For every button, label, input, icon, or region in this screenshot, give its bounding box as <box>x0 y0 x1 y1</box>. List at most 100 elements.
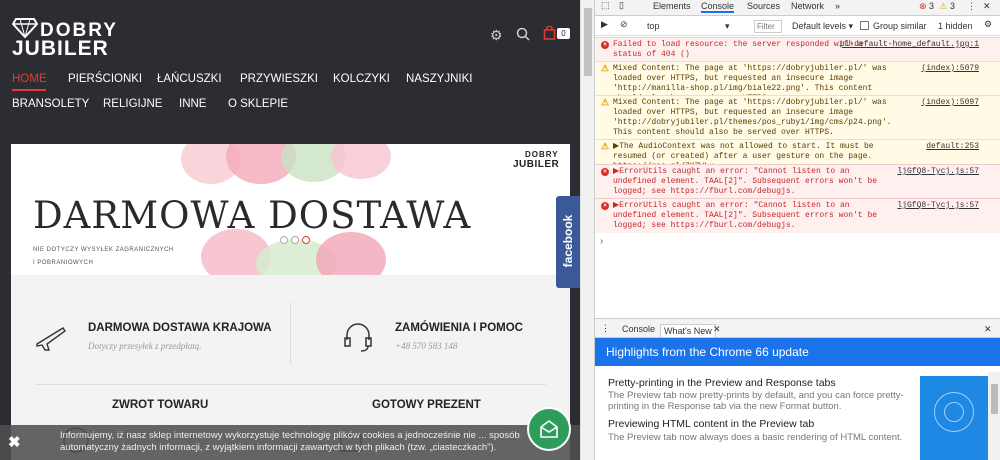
console-message[interactable]: × ▶ErrorUtils caught an error: "Cannot l… <box>595 198 1000 233</box>
flower-decoration <box>316 232 386 275</box>
nav-item-pierscionki[interactable]: PIERŚCIONKI <box>68 73 142 85</box>
nav-item-bransolety[interactable]: BRANSOLETY <box>12 98 89 110</box>
scrollbar-thumb[interactable] <box>991 384 998 414</box>
clear-console-icon[interactable]: ⊘ <box>620 19 628 30</box>
thumbnail-circle <box>944 402 964 422</box>
envelope-icon <box>540 420 558 438</box>
feature-sub-support: +48 570 583 148 <box>395 341 458 351</box>
inspect-icon[interactable]: ⬚ <box>601 0 610 11</box>
banner-logo: DOBRY JUBILER <box>513 150 560 170</box>
close-drawer-icon[interactable]: ✕ <box>984 324 992 335</box>
facebook-label: facebook <box>561 214 575 268</box>
group-similar-label: Group similar <box>873 21 927 31</box>
chevron-down-icon[interactable]: ▾ <box>725 21 730 32</box>
menu-icon[interactable]: ⋮ <box>967 1 976 12</box>
chat-button[interactable] <box>527 407 571 451</box>
cart-count-badge: 0 <box>557 28 570 39</box>
drawer-tabbar: ⋮ Console What's New ✕ ✕ <box>595 318 1000 338</box>
feature-title-shipping: DARMOWA DOSTAWA KRAJOWA <box>88 322 272 334</box>
console-message[interactable]: ⚠ Mixed Content: The page at 'https://do… <box>595 61 1000 103</box>
slider-dot[interactable] <box>280 236 288 244</box>
banner-subtext-2: I POBRANIOWYCH <box>33 260 94 266</box>
search-icon[interactable] <box>516 27 530 41</box>
cookie-bar: ✖ Informujemy, iż nasz sklep internetowy… <box>0 425 580 460</box>
console-message[interactable]: ⚠ ▶The AudioContext was not allowed to s… <box>595 139 1000 171</box>
headset-icon <box>344 323 372 352</box>
warning-icon: ⚠ <box>601 98 610 108</box>
close-icon[interactable]: ✕ <box>713 324 721 335</box>
slider-dot-active[interactable] <box>302 236 310 244</box>
error-count: 3 <box>929 1 935 11</box>
nav-item-kolczyki[interactable]: KOLCZYKI <box>333 73 390 85</box>
nav-item-przywieszki[interactable]: PRZYWIESZKI <box>240 73 318 85</box>
feature-title-return: ZWROT TOWARU <box>112 399 209 411</box>
banner-subtext-1: NIE DOTYCZY WYSYŁEK ZAGRANICZNYCH <box>33 247 174 253</box>
context-selector[interactable]: top <box>647 21 660 31</box>
warning-count: 3 <box>950 1 956 11</box>
close-devtools-icon[interactable]: ✕ <box>983 1 991 12</box>
nav-active-indicator <box>12 89 46 91</box>
error-count-icon[interactable]: ⊗ <box>919 1 927 12</box>
group-similar-checkbox[interactable] <box>860 21 869 30</box>
devtools-panel: ⬚ ▯ Elements Console Sources Network » ⊗… <box>594 0 1000 460</box>
airplane-icon <box>36 327 66 351</box>
nav-item-inne[interactable]: INNE <box>179 98 206 110</box>
feature-thumbnail <box>920 376 988 460</box>
error-icon: × <box>601 41 609 49</box>
highlights-header: Highlights from the Chrome 66 update <box>595 338 1000 366</box>
error-icon: × <box>601 168 609 176</box>
divider <box>290 302 291 364</box>
console-message[interactable]: × ▶ErrorUtils caught an error: "Cannot l… <box>595 164 1000 198</box>
levels-dropdown[interactable]: Default levels ▾ <box>792 21 853 32</box>
warning-icon: ⚠ <box>601 64 610 74</box>
sidebar-toggle-icon[interactable]: ▶ <box>601 19 608 30</box>
console-toolbar: ▶ ⊘ top ▾ Filter Default levels ▾ Group … <box>595 16 1000 36</box>
whats-new-desc-1: The Preview tab now pretty-prints by def… <box>608 390 904 412</box>
flower-decoration <box>331 144 391 179</box>
cookie-text: Informujemy, iż nasz sklep internetowy w… <box>60 430 520 453</box>
device-toggle-icon[interactable]: ▯ <box>619 0 624 11</box>
logo-line2: JUBILER <box>12 37 109 60</box>
tab-console[interactable]: Console <box>701 1 735 13</box>
nav-item-religijne[interactable]: RELIGIJNE <box>103 98 162 110</box>
website-viewport: DOBRY JUBILER ⚙ 0 HOME PIERŚCIONKI ŁAŃCU… <box>0 0 580 460</box>
nav-item-o-sklepie[interactable]: O SKLEPIE <box>228 98 288 110</box>
more-tabs-icon[interactable]: » <box>835 1 840 11</box>
close-icon[interactable]: ✖ <box>8 433 21 451</box>
whats-new-desc-2: The Preview tab now always does a basic … <box>608 432 903 443</box>
gear-icon[interactable]: ⚙ <box>490 27 503 44</box>
whats-new-title-2[interactable]: Previewing HTML content in the Preview t… <box>608 418 814 430</box>
drawer-tab-console[interactable]: Console <box>622 324 655 334</box>
warning-count-icon[interactable]: ⚠ <box>939 1 947 12</box>
tab-network[interactable]: Network <box>791 1 824 11</box>
feature-sub-shipping: Dotyczy przesyłek z przedpłatą. <box>88 341 202 351</box>
diamond-icon <box>12 18 38 38</box>
tab-sources[interactable]: Sources <box>747 1 780 11</box>
tab-elements[interactable]: Elements <box>653 1 691 11</box>
gear-icon[interactable]: ⚙ <box>984 19 992 30</box>
console-prompt[interactable]: › <box>600 236 603 247</box>
filter-input[interactable]: Filter <box>754 20 782 33</box>
whats-new-title-1[interactable]: Pretty-printing in the Preview and Respo… <box>608 377 836 389</box>
console-message[interactable]: × Failed to load resource: the server re… <box>595 37 1000 61</box>
promo-banner[interactable]: DOBRY JUBILER DARMOWA DOSTAWA NIE DOTYCZ… <box>11 144 570 275</box>
page-scrollbar[interactable] <box>580 0 594 460</box>
feature-title-support: ZAMÓWIENIA I POMOC <box>395 322 523 334</box>
facebook-tab[interactable]: facebook <box>556 196 580 288</box>
banner-headline: DARMOWA DOSTAWA <box>33 194 472 237</box>
nav-item-home[interactable]: HOME <box>12 73 47 85</box>
drawer-scrollbar[interactable] <box>988 372 1000 460</box>
cart-icon[interactable] <box>543 26 556 40</box>
warning-icon: ⚠ <box>601 142 610 152</box>
nav-item-naszyjniki[interactable]: NASZYJNIKI <box>406 73 472 85</box>
divider <box>36 384 546 385</box>
nav-item-lancuszki[interactable]: ŁAŃCUSZKI <box>157 73 222 85</box>
drawer-tab-whats-new[interactable]: What's New <box>660 324 716 338</box>
scrollbar-thumb[interactable] <box>584 8 592 76</box>
hidden-count: 1 hidden <box>938 21 973 31</box>
slider-dot[interactable] <box>291 236 299 244</box>
console-message[interactable]: ⚠ Mixed Content: The page at 'https://do… <box>595 95 1000 139</box>
drawer-menu-icon[interactable]: ⋮ <box>601 323 610 334</box>
devtools-tabbar: ⬚ ▯ Elements Console Sources Network » ⊗… <box>595 0 1000 16</box>
feature-title-gift: GOTOWY PREZENT <box>372 399 481 411</box>
